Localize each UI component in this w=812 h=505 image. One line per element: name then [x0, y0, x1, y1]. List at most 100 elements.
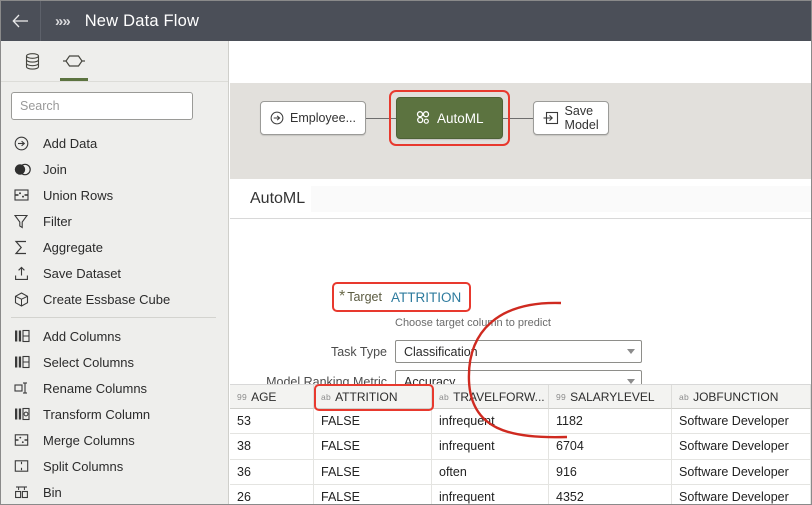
column-header-label: ATTRITION [335, 389, 398, 404]
column-header-attrition[interactable]: ab ATTRITION [314, 385, 432, 410]
sidebar-tabstrip [1, 41, 228, 82]
task-type-select[interactable]: Classification [395, 340, 642, 363]
transforms-tab[interactable] [53, 41, 95, 81]
automl-panel-header: AutoML [230, 179, 811, 219]
target-field-group[interactable]: * Target ATTRITION [332, 282, 472, 312]
sidebar-item-join[interactable]: Join [1, 156, 228, 182]
flow-connector-2 [502, 117, 533, 119]
node-wrapper-automl: AutoML [389, 90, 510, 146]
sidebar-item-rename-columns[interactable]: Rename Columns [1, 375, 228, 401]
panel-header-filler [311, 185, 811, 212]
upload-icon [14, 265, 36, 281]
flow-node-label: Save Model [565, 104, 599, 132]
target-field-value[interactable]: ATTRITION [391, 290, 461, 305]
sidebar-item-label: Select Columns [43, 354, 135, 370]
table-cell: 4352 [549, 484, 672, 504]
sidebar-item-save-dataset[interactable]: Save Dataset [1, 260, 228, 286]
dataflow-node-chain: Employee... AutoML Save Model [260, 90, 609, 146]
split-columns-icon [14, 458, 36, 474]
add-columns-icon [14, 328, 36, 344]
datasets-tab[interactable] [11, 41, 53, 81]
sidebar-item-transform-column[interactable]: Transform Column [1, 401, 228, 427]
column-header-age[interactable]: 99 AGE [230, 385, 314, 410]
column-header-salarylevel[interactable]: 99 SALARYLEVEL [549, 385, 672, 410]
table-cell: infrequent [432, 409, 549, 435]
sidebar-search-area [1, 82, 228, 126]
sidebar-item-aggregate[interactable]: Aggregate [1, 234, 228, 260]
table-cell: FALSE [314, 484, 432, 504]
column-header-label: TRAVELFORW... [453, 389, 545, 404]
table-cell: Software Developer [672, 459, 811, 485]
sidebar-item-add-columns[interactable]: Add Columns [1, 323, 228, 349]
sidebar-item-add-data[interactable]: Add Data [1, 130, 228, 156]
page-title: New Data Flow [84, 11, 200, 30]
sigma-icon [14, 239, 36, 255]
table-row[interactable]: 36 FALSE often 916 Software Developer [230, 459, 811, 485]
search-input[interactable] [11, 92, 193, 120]
left-sidebar: Add Data Join [1, 41, 229, 504]
column-header-jobfunction[interactable]: ab JOBFUNCTION [672, 385, 811, 410]
sidebar-item-merge-columns[interactable]: Merge Columns [1, 427, 228, 453]
transform-column-icon [14, 406, 36, 422]
sidebar-item-label: Merge Columns [43, 432, 135, 448]
table-cell: often [432, 459, 549, 485]
sidebar-item-bin[interactable]: Bin [1, 479, 228, 504]
sidebar-item-union-rows[interactable]: Union Rows [1, 182, 228, 208]
arrow-circle-right-icon [270, 111, 284, 125]
table-cell: FALSE [314, 459, 432, 485]
table-cell: 916 [549, 459, 672, 485]
application-window: » » New Data Flow Search Add Data Join U… [0, 0, 812, 505]
chevron-down-icon [627, 349, 635, 354]
sidebar-item-label: Add Columns [43, 328, 122, 344]
sidebar-item-create-essbase-cube[interactable]: Create Essbase Cube [1, 286, 228, 312]
table-cell: Software Developer [672, 409, 811, 435]
column-header-label: JOBFUNCTION [693, 389, 779, 404]
panel-title: AutoML [250, 189, 306, 207]
required-asterisk: * [339, 288, 346, 305]
flow-node-label-line2: Model [564, 118, 599, 132]
back-button[interactable] [1, 1, 41, 41]
flow-node-label: AutoML [437, 110, 484, 126]
union-rows-icon [14, 187, 36, 203]
double-chevron-icon[interactable]: » » [55, 13, 71, 30]
column-header-travelforwork[interactable]: ab TRAVELFORW... [432, 385, 549, 410]
automl-form: * Target ATTRITION Choose target column … [230, 220, 811, 393]
flow-node-employee[interactable]: Employee... [260, 101, 367, 135]
funnel-icon [14, 213, 36, 229]
table-cell: 36 [230, 459, 314, 485]
column-header-label: SALARYLEVEL [570, 389, 655, 404]
sidebar-divider [11, 317, 216, 318]
dataflow-canvas[interactable]: Employee... AutoML Save Model [230, 83, 811, 179]
rename-columns-icon [14, 380, 36, 396]
sidebar-item-label: Filter [43, 213, 72, 229]
table-row[interactable]: 38 FALSE infrequent 6704 Software Develo… [230, 434, 811, 460]
flow-node-save-model[interactable]: Save Model [532, 101, 609, 135]
table-cell: FALSE [314, 409, 432, 435]
top-header-bar: » » New Data Flow [1, 1, 811, 41]
column-type-badge: 99 [237, 391, 248, 402]
column-type-badge: 99 [556, 391, 567, 402]
column-header-label: AGE [251, 389, 277, 404]
data-preview-table[interactable]: 99 AGE ab ATTRITION ab TRAVELFORW... 99 … [230, 384, 811, 504]
column-type-badge: ab [321, 391, 332, 402]
table-row[interactable]: 53 FALSE infrequent 1182 Software Develo… [230, 409, 811, 435]
table-body: 53 FALSE infrequent 1182 Software Develo… [230, 409, 811, 504]
table-cell: 38 [230, 434, 314, 460]
sidebar-item-label: Union Rows [43, 187, 114, 203]
table-cell: 53 [230, 409, 314, 435]
sidebar-item-label: Save Dataset [43, 265, 122, 281]
node-shape-icon [63, 55, 85, 67]
table-cell: infrequent [432, 484, 549, 504]
sidebar-item-filter[interactable]: Filter [1, 208, 228, 234]
task-type-value: Classification [404, 344, 478, 359]
table-cell: infrequent [432, 434, 549, 460]
table-cell: Software Developer [672, 484, 811, 504]
table-row[interactable]: 26 FALSE infrequent 4352 Software Develo… [230, 484, 811, 504]
sidebar-item-select-columns[interactable]: Select Columns [1, 349, 228, 375]
sidebar-item-split-columns[interactable]: Split Columns [1, 453, 228, 479]
join-venn-icon [14, 161, 36, 177]
sidebar-item-label: Create Essbase Cube [43, 291, 171, 307]
table-cell: 6704 [549, 434, 672, 460]
sidebar-item-label: Add Data [43, 135, 98, 151]
flow-node-automl[interactable]: AutoML [396, 97, 503, 139]
